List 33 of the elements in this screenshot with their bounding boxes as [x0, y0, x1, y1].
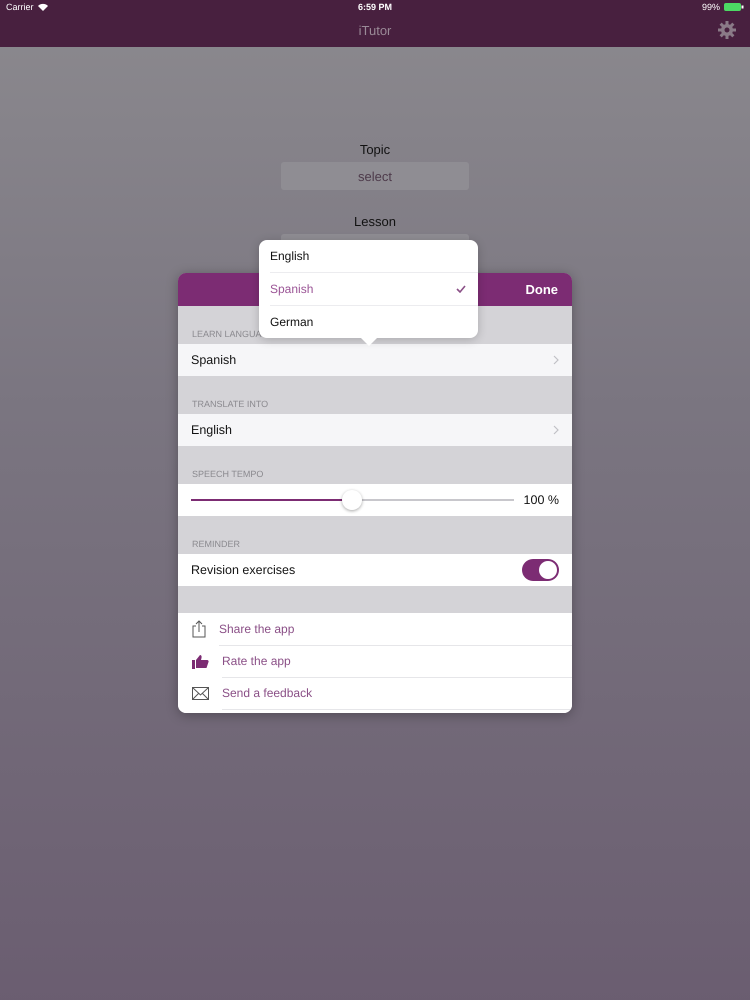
tempo-reading: 100 % [524, 493, 559, 507]
done-button[interactable]: Done [526, 282, 558, 297]
menu-item[interactable]: Spanish [270, 273, 478, 306]
toggle-switch[interactable] [522, 559, 559, 581]
carrier-label: Carrier [6, 2, 34, 12]
battery-percent: 99% [702, 2, 720, 12]
section-header: LEARN LANGUA [192, 329, 262, 339]
chevron-icon [553, 355, 559, 365]
wifi-icon [38, 3, 48, 11]
action-link[interactable]: Send a feedback [222, 676, 572, 710]
share-icon [192, 620, 206, 638]
menu-item[interactable]: English [270, 240, 478, 273]
checkmark-icon [456, 285, 466, 293]
toggle-label: Revision exercises [191, 563, 296, 577]
section-header: TRANSLATE INTO [192, 399, 268, 409]
field-label: Lesson [354, 214, 396, 229]
action-link[interactable]: Share the app [219, 612, 572, 646]
battery-icon [724, 3, 744, 11]
app-title: iTutor [358, 23, 392, 38]
action-link[interactable]: Rate the app [222, 644, 572, 678]
tempo-slider[interactable] [191, 489, 514, 511]
picker-row[interactable]: English [178, 414, 572, 446]
picker-row[interactable]: Spanish [178, 344, 572, 376]
clock: 6:59 PM [358, 2, 392, 12]
field-label: Topic [360, 142, 390, 157]
menu-item[interactable]: German [270, 306, 478, 338]
slider-thumb[interactable] [342, 490, 362, 510]
section-header: REMINDER [192, 539, 240, 549]
chevron-icon [553, 425, 559, 435]
settings-icon[interactable] [718, 21, 736, 39]
section-header: SPEECH TEMPO [192, 469, 264, 479]
envelope-icon [192, 686, 209, 700]
thumbs-up-icon [192, 654, 209, 668]
